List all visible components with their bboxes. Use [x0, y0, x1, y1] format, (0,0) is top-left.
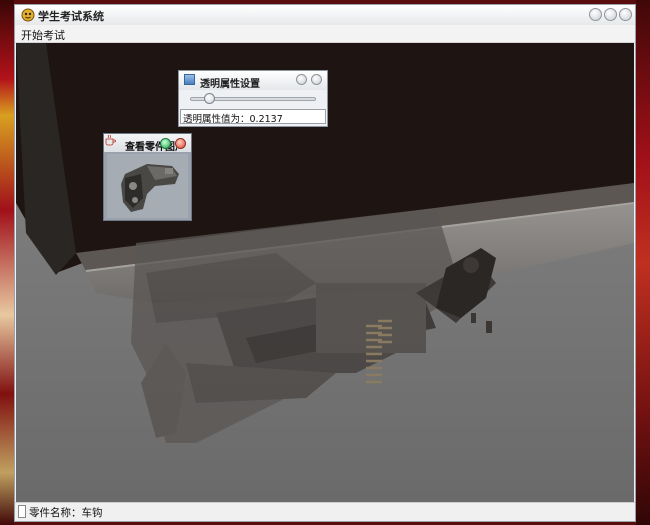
transparency-dialog: 透明属性设置 透明属性值为：0.2137: [178, 70, 328, 127]
menu-start-exam[interactable]: 开始考试: [21, 27, 65, 43]
transparency-dialog-titlebar[interactable]: 透明属性设置: [179, 71, 327, 90]
close-button[interactable]: [619, 8, 632, 21]
transparency-dialog-title: 透明属性设置: [200, 79, 260, 90]
dialog-close-button[interactable]: [311, 74, 322, 85]
part-image-window: 查看零件图片: [103, 133, 192, 221]
dialog-minimize-button[interactable]: [296, 74, 307, 85]
3d-viewport[interactable]: 透明属性设置 透明属性值为：0.2137 查看零件图片: [16, 43, 634, 503]
transparency-value-box: 透明属性值为：0.2137: [180, 109, 326, 125]
app-icon: [21, 8, 35, 22]
part-window-minimize-button[interactable]: [160, 138, 171, 149]
dialog-window-icon: [184, 74, 195, 85]
part-window-close-button[interactable]: [175, 138, 186, 149]
title-bar[interactable]: 学生考试系统: [15, 5, 635, 26]
window-title: 学生考试系统: [38, 10, 104, 23]
desktop-background-left: [0, 0, 14, 525]
slider-thumb[interactable]: [204, 93, 215, 104]
part-window-titlebar[interactable]: 查看零件图片: [104, 134, 191, 153]
menu-bar: 开始考试: [15, 25, 635, 43]
coupler-thumbnail: [121, 164, 179, 212]
minimize-button[interactable]: [589, 8, 602, 21]
main-window: 学生考试系统 开始考试 透明属性设置 透明属性值为：0.2137 查看零件图 零…: [14, 4, 636, 522]
part-name-label: 零件名称：车钩: [29, 507, 103, 519]
status-bar: 零件名称：车钩: [15, 502, 635, 521]
desktop-background-right: [636, 0, 650, 525]
coffee-cup-icon: [105, 134, 116, 146]
transparency-slider[interactable]: [190, 93, 316, 104]
status-indicator: [18, 505, 26, 518]
transparency-value-label: 透明属性值为：0.2137: [183, 114, 283, 125]
part-image: [107, 154, 188, 218]
maximize-button[interactable]: [604, 8, 617, 21]
